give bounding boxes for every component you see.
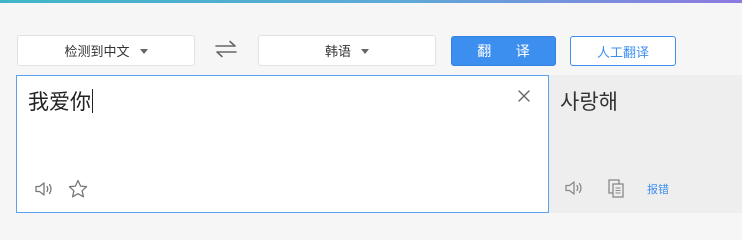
copy-result-button[interactable]: [605, 177, 627, 199]
target-language-label: 韩语: [324, 45, 351, 60]
source-text-panel[interactable]: 我爱你: [16, 75, 549, 213]
translation-result-text: 사랑해: [560, 90, 618, 114]
source-language-label: 检测到中文: [64, 45, 130, 60]
source-text-input[interactable]: 我爱你: [28, 88, 93, 116]
chevron-down-icon: [139, 49, 148, 54]
clear-input-button[interactable]: [516, 88, 532, 104]
source-language-select[interactable]: 检测到中文: [17, 35, 195, 66]
star-icon: [68, 179, 88, 198]
speaker-icon: [565, 181, 582, 195]
source-text: 我爱你: [28, 90, 91, 114]
translation-result-panel: 사랑해 报错: [549, 75, 742, 213]
report-error-link[interactable]: 报错: [647, 181, 669, 197]
translate-button[interactable]: 翻 译: [451, 36, 556, 66]
text-cursor: [92, 89, 93, 113]
favorite-button[interactable]: [67, 178, 89, 200]
copy-icon: [608, 179, 624, 198]
target-language-select[interactable]: 韩语: [258, 35, 436, 66]
close-icon: [518, 90, 530, 102]
speaker-icon: [35, 182, 52, 196]
source-speak-button[interactable]: [33, 178, 55, 200]
human-translate-button[interactable]: 人工翻译: [570, 36, 676, 66]
result-speak-button[interactable]: [563, 177, 585, 199]
top-accent-line: [0, 0, 742, 3]
swap-arrows-icon: [215, 40, 237, 58]
swap-languages-button[interactable]: [212, 38, 240, 60]
chevron-down-icon: [361, 49, 369, 54]
